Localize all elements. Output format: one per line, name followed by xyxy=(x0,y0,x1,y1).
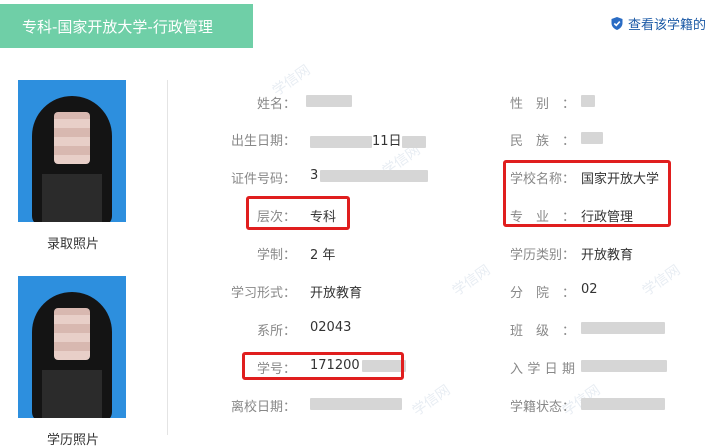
watermark: 学信网 xyxy=(409,382,454,420)
department-value: 02043 xyxy=(310,320,352,335)
watermark: 学信网 xyxy=(449,262,494,300)
status-value xyxy=(581,396,665,411)
leave-date-label: 离校日期： xyxy=(230,400,296,415)
id-number-value: 3 xyxy=(310,168,429,183)
gender-label: 性别： xyxy=(510,97,575,112)
student-id-highlight-box xyxy=(242,352,404,380)
admission-photo-label: 录取照片 xyxy=(46,237,99,252)
status-label: 学籍状态： xyxy=(510,400,576,415)
watermark: 学信网 xyxy=(639,262,684,300)
school-major-highlight-box xyxy=(503,160,671,227)
gender-value xyxy=(581,93,595,108)
name-value xyxy=(306,93,352,108)
study-form-label: 学习形式： xyxy=(230,286,296,301)
branch-label: 分院： xyxy=(510,286,575,301)
degree-photo-label: 学历照片 xyxy=(46,433,99,448)
department-label: 系所： xyxy=(256,324,296,339)
divider xyxy=(167,80,168,435)
birth-date-label: 出生日期： xyxy=(230,134,296,149)
degree-photo xyxy=(18,276,126,418)
enroll-date-label: 入学日期 xyxy=(510,362,575,377)
edu-type-value: 开放教育 xyxy=(581,248,634,263)
shield-check-icon xyxy=(611,17,623,30)
class-label: 班级： xyxy=(510,324,575,339)
level-highlight-box xyxy=(246,196,350,230)
photo-column: 录取照片 学历照片 xyxy=(18,80,128,448)
page-title-tab: 专科-国家开放大学-行政管理 xyxy=(0,4,253,48)
enroll-date-value xyxy=(581,358,667,373)
study-form-value: 开放教育 xyxy=(310,286,363,301)
branch-value: 02 xyxy=(581,282,598,297)
birth-date-value: 11日 xyxy=(310,130,426,149)
name-label: 姓名： xyxy=(256,97,296,112)
duration-value: 2 年 xyxy=(310,248,336,263)
edu-type-label: 学历类别： xyxy=(510,248,576,263)
ethnicity-value xyxy=(581,130,603,145)
page-title: 专科-国家开放大学-行政管理 xyxy=(22,17,213,36)
ethnicity-label: 民族： xyxy=(510,134,575,149)
admission-photo xyxy=(18,80,126,222)
verify-link-text[interactable]: 查看该学籍的 xyxy=(628,14,705,33)
id-number-label: 证件号码： xyxy=(230,172,296,187)
duration-label: 学制： xyxy=(256,248,296,263)
verify-record-link[interactable]: 查看该学籍的 xyxy=(611,14,705,33)
leave-date-value xyxy=(310,396,402,411)
class-value xyxy=(581,320,665,335)
